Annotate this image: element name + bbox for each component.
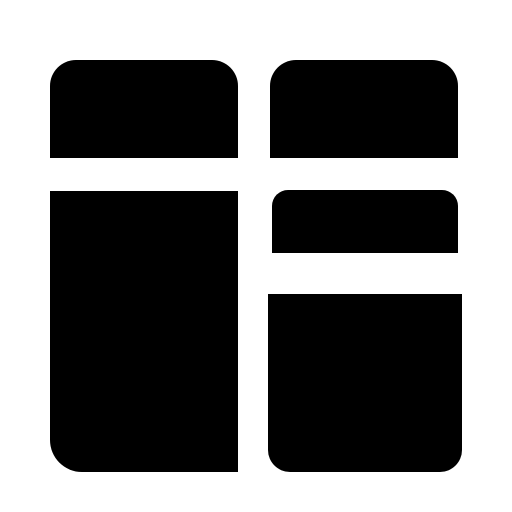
dashboard-layout-icon: [0, 0, 512, 512]
layout-panel-right-top: [270, 60, 458, 158]
layout-panel-right-bottom: [268, 294, 462, 472]
layout-panel-right-middle: [272, 190, 458, 253]
layout-panel-left-top: [50, 60, 238, 158]
layout-panel-left-bottom: [50, 191, 238, 472]
